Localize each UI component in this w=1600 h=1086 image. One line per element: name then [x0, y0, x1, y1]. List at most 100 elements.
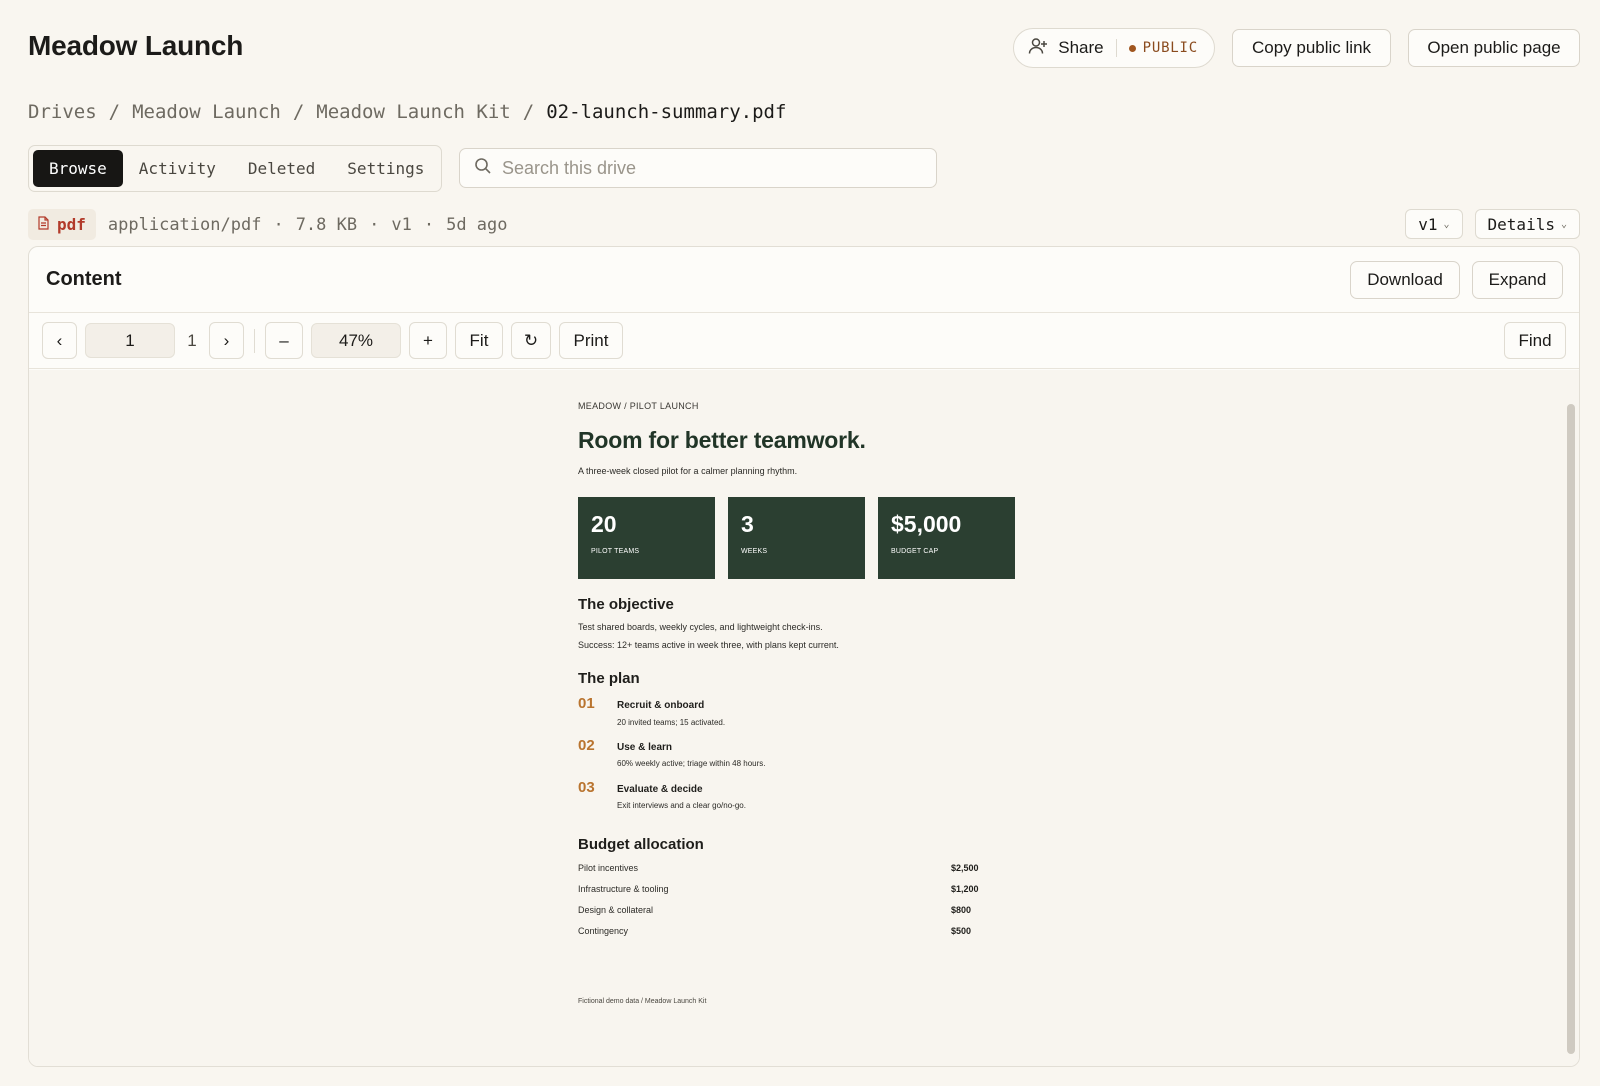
version-select[interactable]: v1 ⌄	[1405, 209, 1463, 239]
file-meta-actions: v1 ⌄ Details ⌄	[1405, 209, 1580, 239]
chevron-down-icon: ⌄	[1560, 218, 1567, 230]
objective-line: Test shared boards, weekly cycles, and l…	[578, 622, 823, 632]
tab-deleted[interactable]: Deleted	[232, 150, 331, 187]
plan-step-desc: 60% weekly active; triage within 48 hour…	[617, 759, 766, 768]
file-version: v1	[391, 214, 412, 235]
drive-tabs: Browse Activity Deleted Settings	[28, 145, 442, 192]
plan-heading: The plan	[578, 670, 640, 687]
stat-label: WEEKS	[741, 548, 768, 555]
plan-step-number: 03	[578, 779, 595, 796]
stat-card: 3 WEEKS	[728, 497, 865, 579]
doc-kicker: MEADOW / PILOT LAUNCH	[578, 401, 699, 411]
breadcrumb-drives[interactable]: Drives	[28, 101, 97, 123]
search-box	[459, 148, 937, 188]
budget-row-label: Pilot incentives	[578, 863, 639, 873]
content-panel-header: Content Download Expand	[29, 247, 1579, 313]
stat-card: $5,000 BUDGET CAP	[878, 497, 1015, 579]
file-type-badge: pdf	[28, 209, 96, 240]
version-select-value: v1	[1418, 214, 1438, 234]
details-label: Details	[1487, 214, 1555, 234]
search-input[interactable]	[502, 157, 922, 179]
copy-public-link-button[interactable]: Copy public link	[1232, 29, 1391, 67]
chevron-down-icon: ⌄	[1443, 218, 1450, 230]
public-badge-label: PUBLIC	[1142, 40, 1198, 56]
toolbar-divider	[254, 328, 255, 353]
share-divider	[1115, 39, 1117, 57]
budget-heading: Budget allocation	[578, 836, 704, 853]
header-actions: Share PUBLIC Copy public link Open publi…	[1013, 28, 1580, 68]
rotate-icon[interactable]: ↻	[511, 322, 551, 359]
stat-value: 3	[741, 511, 754, 537]
zoom-out-button[interactable]: –	[265, 322, 303, 359]
expand-button[interactable]: Expand	[1472, 260, 1563, 299]
share-label: Share	[1058, 38, 1104, 57]
next-page-button[interactable]: ›	[209, 322, 244, 359]
file-icon	[38, 215, 49, 234]
pdf-toolbar: ‹ 1 1 › – 47% + Fit ↻ Print Find	[29, 313, 1579, 369]
stat-value: $5,000	[891, 511, 962, 537]
tab-browse[interactable]: Browse	[33, 150, 123, 187]
app-title: Meadow Launch	[28, 30, 244, 61]
prev-page-button[interactable]: ‹	[42, 322, 77, 359]
objective-line: Success: 12+ teams active in week three,…	[578, 640, 839, 650]
share-button[interactable]: Share PUBLIC	[1013, 28, 1215, 68]
budget-row-amount: $800	[951, 905, 972, 915]
add-user-icon	[1028, 37, 1048, 60]
plan-step-title: Recruit & onboard	[617, 700, 705, 711]
details-dropdown[interactable]: Details ⌄	[1474, 209, 1580, 239]
file-meta: pdf application/pdf · 7.8 KB · v1 · 5d a…	[28, 209, 508, 240]
doc-footer: Fictional demo data / Meadow Launch Kit	[578, 998, 707, 1005]
content-panel-title: Content	[46, 268, 122, 290]
plan-step-title: Use & learn	[617, 742, 673, 753]
breadcrumb-separator: /	[522, 101, 535, 123]
public-badge: PUBLIC	[1128, 40, 1198, 56]
stat-card: 20 PILOT TEAMS	[578, 497, 715, 579]
zoom-in-button[interactable]: +	[409, 322, 447, 359]
plan-step-number: 01	[578, 695, 595, 712]
open-public-page-button[interactable]: Open public page	[1408, 29, 1580, 67]
plan-step-desc: 20 invited teams; 15 activated.	[617, 718, 726, 727]
budget-row-amount: $2,500	[951, 863, 979, 873]
plan-step-number: 02	[578, 737, 595, 754]
file-mime: application/pdf	[107, 214, 262, 235]
print-button[interactable]: Print	[559, 322, 623, 359]
breadcrumb-separator: /	[292, 101, 305, 123]
breadcrumb-current-file: 02-launch-summary.pdf	[546, 101, 787, 123]
page-number-input[interactable]: 1	[85, 323, 175, 358]
breadcrumb-meadow-launch[interactable]: Meadow Launch	[132, 101, 281, 123]
file-size: 7.8 KB	[295, 214, 358, 235]
pdf-viewer: MEADOW / PILOT LAUNCH Room for better te…	[29, 370, 1579, 1066]
breadcrumb-separator: /	[108, 101, 121, 123]
download-button[interactable]: Download	[1350, 260, 1460, 299]
breadcrumb-launch-kit[interactable]: Meadow Launch Kit	[316, 101, 510, 123]
budget-row-label: Design & collateral	[578, 905, 654, 915]
budget-row-amount: $500	[951, 926, 972, 936]
meta-separator: ·	[273, 214, 284, 235]
file-type-label: pdf	[57, 215, 86, 234]
budget-row-label: Infrastructure & tooling	[578, 884, 669, 894]
meta-separator: ·	[369, 214, 380, 235]
stat-label: BUDGET CAP	[891, 548, 939, 555]
find-button[interactable]: Find	[1504, 322, 1566, 359]
plan-step-desc: Exit interviews and a clear go/no-go.	[617, 801, 746, 810]
stat-label: PILOT TEAMS	[591, 548, 640, 555]
stat-value: 20	[591, 511, 617, 537]
objective-heading: The objective	[578, 596, 674, 613]
budget-row-amount: $1,200	[951, 884, 979, 894]
doc-subtitle: A three-week closed pilot for a calmer p…	[578, 466, 798, 476]
tab-settings[interactable]: Settings	[331, 150, 440, 187]
breadcrumb: Drives / Meadow Launch / Meadow Launch K…	[28, 101, 786, 123]
meta-separator: ·	[423, 214, 435, 235]
zoom-level-input[interactable]: 47%	[311, 323, 401, 358]
search-icon	[474, 157, 492, 180]
public-dot-icon	[1128, 44, 1136, 52]
file-age: 5d ago	[446, 214, 508, 235]
fit-button[interactable]: Fit	[455, 322, 503, 359]
budget-row-label: Contingency	[578, 926, 629, 936]
doc-title: Room for better teamwork.	[578, 427, 866, 453]
page-total: 1	[187, 330, 197, 350]
plan-step-title: Evaluate & decide	[617, 784, 703, 795]
viewer-scrollbar[interactable]	[1567, 404, 1575, 1054]
content-panel: Content Download Expand ‹ 1 1 › – 47% + …	[28, 246, 1580, 1067]
tab-activity[interactable]: Activity	[123, 150, 232, 187]
